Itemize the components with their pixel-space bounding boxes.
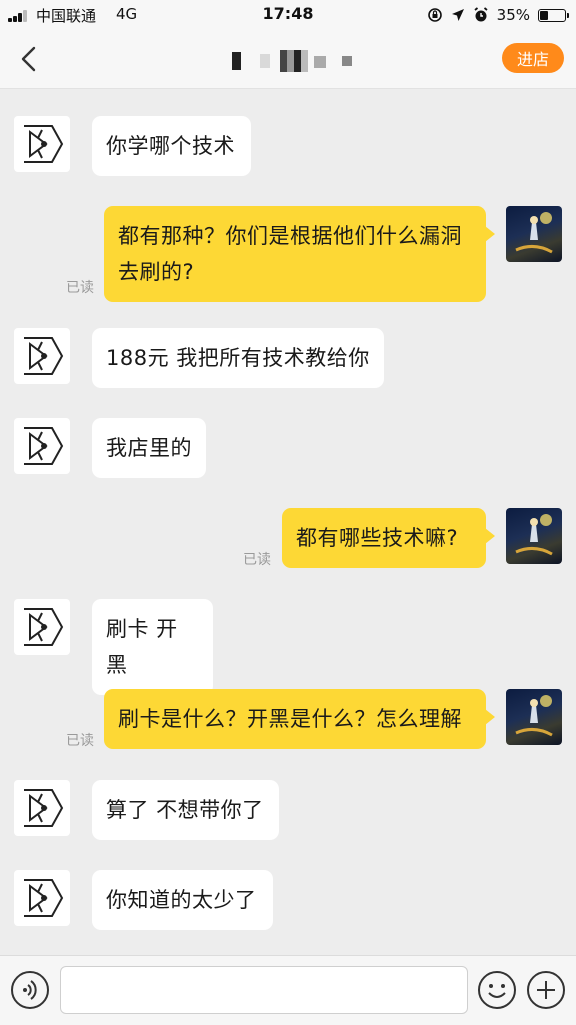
message-bubble[interactable]: 我店里的 — [92, 418, 206, 478]
chat-title-redacted — [228, 50, 358, 74]
orientation-lock-icon — [427, 8, 442, 22]
my-avatar[interactable] — [506, 206, 562, 262]
shop-avatar[interactable] — [14, 870, 70, 926]
message-bubble[interactable]: 算了 不想带你了 — [92, 780, 279, 840]
message-bubble[interactable]: 188元 我把所有技术教给你 — [92, 328, 384, 388]
enter-shop-button[interactable]: 进店 — [502, 43, 564, 73]
battery-percent: 35% — [496, 6, 530, 24]
read-status: 已读 — [66, 280, 94, 296]
shop-avatar[interactable] — [14, 599, 70, 655]
my-avatar[interactable] — [506, 689, 562, 745]
message-bubble[interactable]: 都有那种？你们是根据他们什么漏洞去刷的? — [104, 206, 495, 302]
shop-avatar[interactable] — [14, 780, 70, 836]
message-bubble[interactable]: 刷卡是什么？开黑是什么？怎么理解 — [104, 689, 495, 749]
shop-avatar[interactable] — [14, 328, 70, 384]
location-icon — [451, 9, 464, 21]
message-input[interactable] — [60, 966, 468, 1014]
emoji-icon[interactable] — [478, 971, 516, 1009]
message-bubble[interactable]: 你学哪个技术 — [92, 116, 251, 176]
alarm-icon — [474, 7, 488, 22]
read-status: 已读 — [66, 733, 94, 749]
message-list: 你学哪个技术 都有那种？你们是根据他们什么漏洞去刷的? 已读 188元 我把所有… — [0, 89, 576, 955]
battery-icon — [538, 8, 569, 22]
message-bubble[interactable]: 都有哪些技术嘛? — [282, 508, 495, 568]
message-bubble[interactable]: 刷卡 开黑 — [92, 599, 213, 695]
input-bar — [0, 955, 576, 1025]
plus-icon[interactable] — [527, 971, 565, 1009]
status-bar: 中国联通 4G 17:48 35% — [0, 0, 576, 30]
shop-avatar[interactable] — [14, 116, 70, 172]
read-status: 已读 — [243, 552, 271, 568]
chat-header: 进店 — [0, 30, 576, 89]
chevron-left-icon[interactable] — [16, 44, 44, 74]
voice-icon[interactable] — [11, 971, 49, 1009]
my-avatar[interactable] — [506, 508, 562, 564]
shop-avatar[interactable] — [14, 418, 70, 474]
message-bubble[interactable]: 你知道的太少了 — [92, 870, 273, 930]
